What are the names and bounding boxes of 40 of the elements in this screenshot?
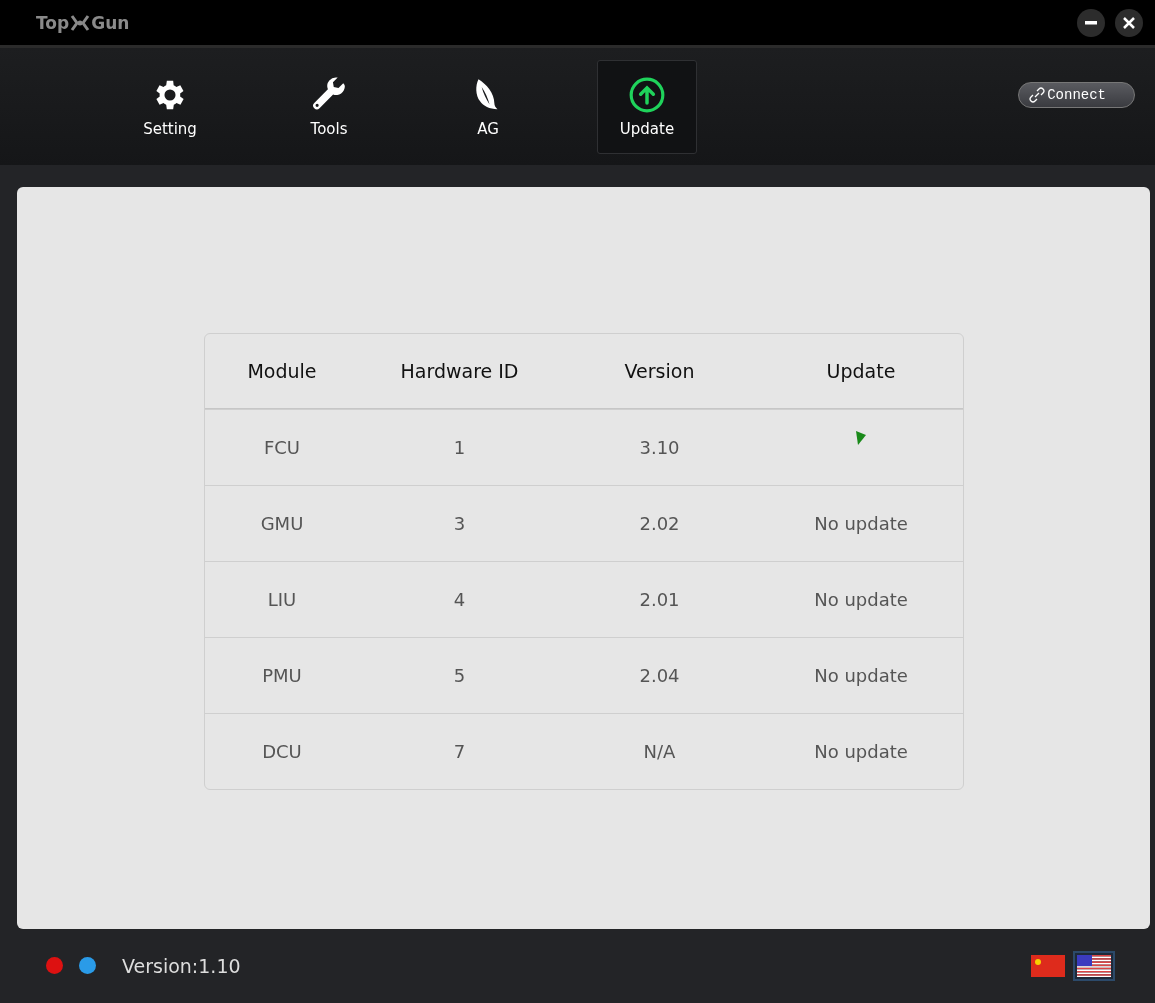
- table-cell: GMU: [260, 512, 304, 534]
- china-flag-icon: [1031, 954, 1065, 977]
- table-cell: No update: [814, 664, 908, 686]
- table-cell: FCU: [263, 436, 301, 458]
- nav-tab[interactable]: Setting: [120, 59, 220, 154]
- nav-tab[interactable]: Tools: [279, 59, 379, 154]
- nav-tab[interactable]: Update: [597, 59, 697, 154]
- table-cell: 7: [453, 740, 466, 762]
- flag-icon: [855, 430, 867, 446]
- minus-icon: [1085, 20, 1097, 25]
- table-cell: No update: [814, 588, 908, 610]
- table-cell: 4: [453, 588, 466, 610]
- app-logo: Top Gun: [36, 12, 130, 33]
- close-icon: [1123, 16, 1135, 29]
- nav-tab[interactable]: AG: [438, 59, 538, 154]
- language-button[interactable]: [1073, 950, 1115, 981]
- table-cell: LIU: [267, 588, 297, 610]
- table-cell: 2.02: [639, 512, 680, 534]
- minimize-button[interactable]: [1077, 8, 1105, 37]
- table-cell: 5: [453, 664, 466, 686]
- table-cell: 2.04: [639, 664, 680, 686]
- close-button[interactable]: [1115, 8, 1143, 37]
- connect-button[interactable]: Connect: [1018, 81, 1135, 108]
- table-cell: 3.10: [639, 436, 680, 458]
- upload-circle-icon: [628, 75, 666, 114]
- table-cell: 1: [453, 436, 466, 458]
- column-header: Version: [624, 359, 695, 382]
- table-cell: 3: [453, 512, 466, 534]
- table-cell: No update: [814, 512, 908, 534]
- table-cell: PMU: [262, 664, 302, 686]
- column-header: Module: [247, 359, 317, 382]
- table-cell: No update: [814, 740, 908, 762]
- column-header: Update: [826, 359, 896, 382]
- column-header: Hardware ID: [400, 359, 519, 382]
- us-flag-icon: [1077, 954, 1111, 977]
- table-cell: N/A: [643, 740, 676, 762]
- table-cell: DCU: [262, 740, 302, 762]
- table-cell: 2.01: [639, 588, 680, 610]
- link-icon: [1029, 86, 1046, 103]
- version-label: Version:1.10: [122, 954, 241, 977]
